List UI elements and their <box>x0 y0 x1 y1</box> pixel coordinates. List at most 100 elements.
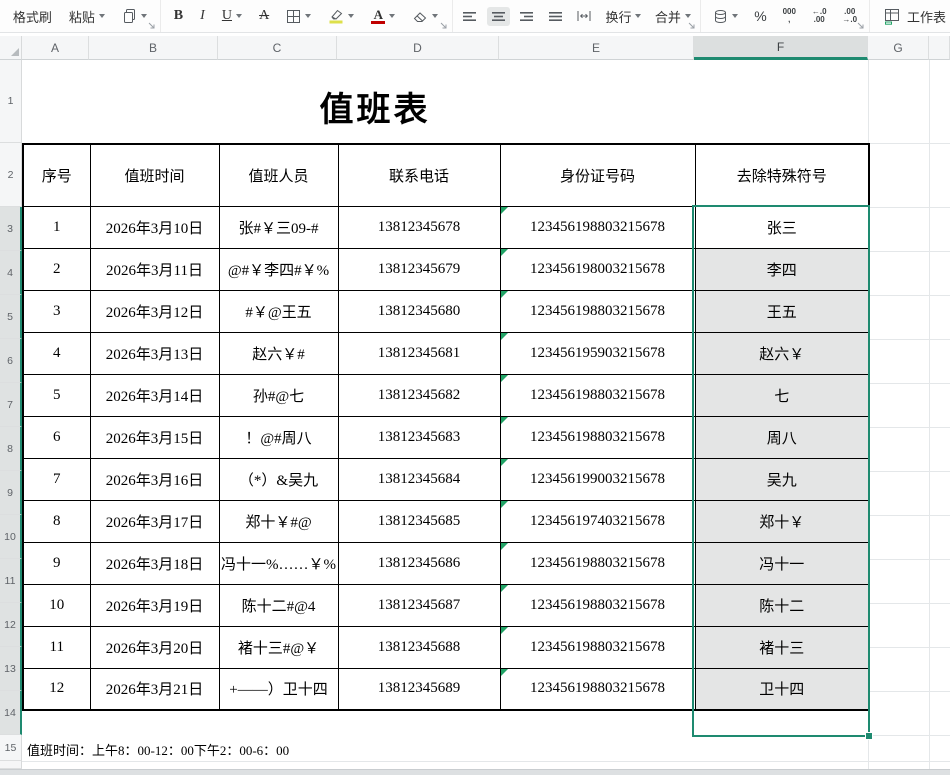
cell-C4[interactable]: @#￥李四#￥% <box>218 247 339 291</box>
row-header-8[interactable]: 8 <box>0 427 22 471</box>
cell-C9[interactable]: （*）&吴九 <box>218 457 339 501</box>
cell-E7[interactable]: 123456198803215678 <box>499 373 696 417</box>
clipboard-dialog-launcher[interactable] <box>148 22 156 30</box>
cell-E4[interactable]: 123456198003215678 <box>499 247 696 291</box>
cell-D13[interactable]: 13812345688 <box>337 625 501 669</box>
decrease-decimal-button[interactable]: ←.0.00 <box>808 5 831 27</box>
row-header-2[interactable]: 2 <box>0 143 22 207</box>
cell-D4[interactable]: 13812345679 <box>337 247 501 291</box>
cell-F5[interactable]: 王五 <box>694 289 870 333</box>
cell-F7[interactable]: 七 <box>694 373 870 417</box>
percent-style-button[interactable]: % <box>750 5 770 27</box>
cell-A5[interactable]: 3 <box>22 289 91 333</box>
cell-F11[interactable]: 冯十一 <box>694 541 870 585</box>
cell-B5[interactable]: 2026年3月12日 <box>89 289 220 333</box>
cell-D11[interactable]: 13812345686 <box>337 541 501 585</box>
cell-D3[interactable]: 13812345678 <box>337 205 501 249</box>
cell-B13[interactable]: 2026年3月20日 <box>89 625 220 669</box>
cell-F9[interactable]: 吴九 <box>694 457 870 501</box>
bold-button[interactable]: B <box>170 5 187 27</box>
cell-D8[interactable]: 13812345683 <box>337 415 501 459</box>
cell-D5[interactable]: 13812345680 <box>337 289 501 333</box>
cell-A13[interactable]: 11 <box>22 625 91 669</box>
row-header-15[interactable]: 15 <box>0 735 22 761</box>
underline-button[interactable]: U <box>218 5 246 27</box>
cell-A4[interactable]: 2 <box>22 247 91 291</box>
cell-E14[interactable]: 123456198803215678 <box>499 667 696 711</box>
cell-B2[interactable]: 值班时间 <box>89 143 220 207</box>
cell-B12[interactable]: 2026年3月19日 <box>89 583 220 627</box>
cell-A6[interactable]: 4 <box>22 331 91 375</box>
cell-E9[interactable]: 123456199003215678 <box>499 457 696 501</box>
cell-A11[interactable]: 9 <box>22 541 91 585</box>
cell-A12[interactable]: 10 <box>22 583 91 627</box>
row-header-7[interactable]: 7 <box>0 383 22 427</box>
row-header-4[interactable]: 4 <box>0 251 22 295</box>
italic-button[interactable]: I <box>196 5 209 27</box>
cell-E12[interactable]: 123456198803215678 <box>499 583 696 627</box>
strikethrough-button[interactable]: A <box>255 5 273 27</box>
cell-E11[interactable]: 123456198803215678 <box>499 541 696 585</box>
cell-C3[interactable]: 张#￥三09-# <box>218 205 339 249</box>
cell-E13[interactable]: 123456198803215678 <box>499 625 696 669</box>
cell-B4[interactable]: 2026年3月11日 <box>89 247 220 291</box>
row-header-1[interactable]: 1 <box>0 60 22 143</box>
cell-D2[interactable]: 联系电话 <box>337 143 501 207</box>
row-header-9[interactable]: 9 <box>0 471 22 515</box>
cell-E6[interactable]: 123456195903215678 <box>499 331 696 375</box>
copy-button[interactable] <box>118 5 151 27</box>
cell-F12[interactable]: 陈十二 <box>694 583 870 627</box>
row-header-12[interactable]: 12 <box>0 603 22 647</box>
cell-C10[interactable]: 郑十￥#@ <box>218 499 339 543</box>
align-justify-button[interactable] <box>544 7 567 26</box>
row-header-10[interactable]: 10 <box>0 515 22 559</box>
cell-F2[interactable]: 去除特殊符号 <box>694 143 870 207</box>
cell-B6[interactable]: 2026年3月13日 <box>89 331 220 375</box>
cell-C2[interactable]: 值班人员 <box>218 143 339 207</box>
font-color-button[interactable]: A <box>367 6 399 27</box>
number-dialog-launcher[interactable] <box>857 22 865 30</box>
cell-C14[interactable]: +——）卫十四 <box>218 667 339 711</box>
column-header-F[interactable]: F <box>694 36 868 60</box>
cell-D14[interactable]: 13812345689 <box>337 667 501 711</box>
cell-F14[interactable]: 卫十四 <box>694 667 870 711</box>
cell-B3[interactable]: 2026年3月10日 <box>89 205 220 249</box>
row-header-3[interactable]: 3 <box>0 207 22 251</box>
cell-C11[interactable]: 冯十一%……￥% <box>218 541 339 585</box>
align-right-button[interactable] <box>515 7 538 26</box>
cell-D10[interactable]: 13812345685 <box>337 499 501 543</box>
cell-B7[interactable]: 2026年3月14日 <box>89 373 220 417</box>
highlight-color-button[interactable] <box>324 5 358 27</box>
cell-E3[interactable]: 123456198803215678 <box>499 205 696 249</box>
cell-A14[interactable]: 12 <box>22 667 91 711</box>
cell-A8[interactable]: 6 <box>22 415 91 459</box>
cell-F4[interactable]: 李四 <box>694 247 870 291</box>
row-header-14[interactable]: 14 <box>0 691 22 735</box>
column-header-partial[interactable] <box>929 36 950 60</box>
cell-A2[interactable]: 序号 <box>22 143 91 207</box>
cell-C13[interactable]: 褚十三#@￥ <box>218 625 339 669</box>
cell-F3[interactable]: 张三 <box>694 205 870 249</box>
cell-E2[interactable]: 身份证号码 <box>499 143 696 207</box>
select-all-corner[interactable] <box>0 36 22 60</box>
number-format-button[interactable] <box>709 6 742 27</box>
cell-A7[interactable]: 5 <box>22 373 91 417</box>
cell-C5[interactable]: #￥@王五 <box>218 289 339 333</box>
cell-A10[interactable]: 8 <box>22 499 91 543</box>
duty-time-note[interactable]: 值班时间：上午8：00-12：00下午2：00-6：00 <box>27 740 289 759</box>
cell-E10[interactable]: 123456197403215678 <box>499 499 696 543</box>
column-header-D[interactable]: D <box>337 36 499 60</box>
cell-D6[interactable]: 13812345681 <box>337 331 501 375</box>
alignment-dialog-launcher[interactable] <box>688 22 696 30</box>
format-painter-button[interactable]: 格式刷 <box>9 4 56 29</box>
cell-F13[interactable]: 褚十三 <box>694 625 870 669</box>
cell-F8[interactable]: 周八 <box>694 415 870 459</box>
row-header-5[interactable]: 5 <box>0 295 22 339</box>
cell-A3[interactable]: 1 <box>22 205 91 249</box>
align-left-button[interactable] <box>458 7 481 26</box>
cell-F6[interactable]: 赵六￥ <box>694 331 870 375</box>
cell-D7[interactable]: 13812345682 <box>337 373 501 417</box>
cell-F10[interactable]: 郑十￥ <box>694 499 870 543</box>
column-header-C[interactable]: C <box>218 36 337 60</box>
font-dialog-launcher[interactable] <box>440 22 448 30</box>
